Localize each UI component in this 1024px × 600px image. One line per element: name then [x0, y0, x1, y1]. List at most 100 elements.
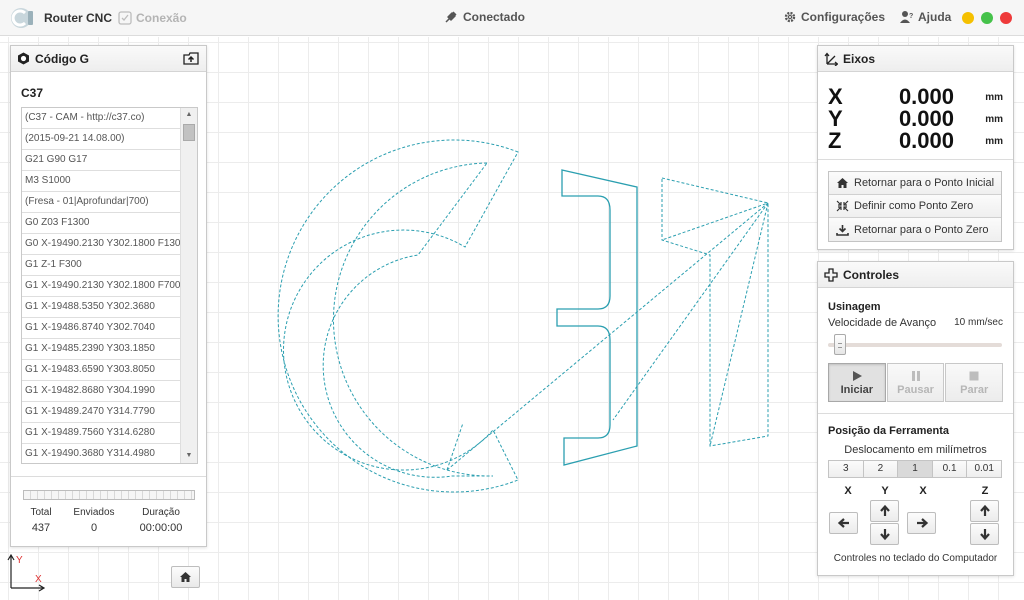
return-zero-label: Retornar para o Ponto Zero [854, 223, 989, 236]
pause-button[interactable]: Pausar [886, 363, 945, 402]
step-option-2[interactable]: 2 [863, 461, 899, 477]
hexagon-icon [18, 52, 29, 65]
connection-label: Conexão [136, 11, 187, 25]
gcode-line[interactable]: G1 X-19490.2130 Y302.1800 F700 [22, 276, 180, 297]
jog-x-label: X [844, 485, 852, 497]
start-button[interactable]: Iniciar [828, 363, 886, 402]
divider [818, 159, 1013, 160]
scroll-up-arrow-icon[interactable]: ▲ [181, 108, 197, 122]
home-icon [837, 178, 848, 188]
gcode-line[interactable]: G1 Z-1 F300 [22, 255, 180, 276]
stop-button[interactable]: Parar [945, 363, 1004, 402]
connection-status: Conectado [444, 10, 525, 24]
axis-y-label: Y [16, 555, 23, 566]
gcode-scrollbar[interactable]: ▲ ▼ [180, 108, 197, 463]
stat-duration: Duração 00:00:00 [135, 507, 187, 534]
step-option-0-1[interactable]: 0.1 [932, 461, 968, 477]
step-option-1[interactable]: 1 [898, 461, 933, 477]
upload-file-icon[interactable] [183, 52, 199, 65]
axes-panel-title: Eixos [843, 51, 876, 66]
axis-x-unit: mm [985, 92, 1003, 103]
home-view-button[interactable] [171, 566, 200, 588]
gcode-line[interactable]: (2015-09-21 14.08.00) [22, 129, 180, 150]
gcode-lines-container: (C37 - CAM - http://c37.co) (2015-09-21 1… [22, 108, 197, 463]
gcode-line[interactable]: G21 G90 G17 [22, 150, 180, 171]
axis-z-row: Z 0.000 mm [828, 128, 1008, 153]
gcode-line[interactable]: M3 S1000 [22, 171, 180, 192]
tool-position-title: Posição da Ferramenta [828, 425, 950, 437]
close-button[interactable] [1000, 12, 1012, 24]
stop-icon [969, 371, 979, 380]
gcode-line[interactable]: (C37 - CAM - http://c37.co) [22, 108, 180, 129]
gcode-line[interactable]: G0 Z03 F1300 [22, 213, 180, 234]
maximize-button[interactable] [981, 12, 993, 24]
axis-y-row: Y 0.000 mm [828, 106, 1008, 131]
divider [11, 476, 206, 477]
stat-sent-value: 0 [90, 522, 98, 534]
controls-panel-title: Controles [843, 267, 900, 282]
help-button[interactable]: ? Ajuda [899, 10, 951, 24]
scroll-down-arrow-icon[interactable]: ▼ [181, 449, 197, 463]
step-size-selector: 3 2 1 0.1 0.01 [828, 460, 1002, 478]
stat-total-label: Total [30, 507, 52, 518]
jog-z-minus-button[interactable] [970, 523, 999, 545]
arrow-down-icon [879, 529, 890, 541]
axis-z-value: 0.000 [898, 128, 954, 153]
stat-total: Total 437 [25, 507, 57, 534]
return-home-button[interactable]: Retornar para o Ponto Inicial [829, 172, 1001, 195]
gcode-line[interactable]: G1 X-19489.7560 Y314.6280 [22, 423, 180, 444]
axes-button-group: Retornar para o Ponto Inicial Definir co… [828, 171, 1002, 242]
jog-z-label: Z [981, 485, 989, 497]
stat-sent-label: Enviados [73, 507, 115, 518]
gcode-line[interactable]: G1 X-19486.8740 Y302.7040 [22, 318, 180, 339]
settings-button[interactable]: Configurações [783, 10, 885, 24]
title-bar: Router CNC Conexão Conectado Configuraçõ… [0, 0, 1024, 36]
gcode-line[interactable]: G1 X-19490.3680 Y314.4980 [22, 444, 180, 463]
gcode-line[interactable]: G1 X-19489.2470 Y314.7790 [22, 402, 180, 423]
connection-icon [118, 11, 132, 25]
feed-slider-handle[interactable] [834, 334, 846, 355]
axes-panel-header: Eixos [818, 46, 1013, 72]
step-option-0-01[interactable]: 0.01 [967, 461, 1001, 477]
connection-button[interactable]: Conexão [118, 10, 187, 26]
minimize-button[interactable] [962, 12, 974, 24]
axis-z-letter: Z [828, 128, 842, 153]
jog-x-plus-button[interactable] [907, 512, 936, 534]
arrow-up-icon [879, 504, 890, 516]
arrow-up-icon [979, 504, 990, 516]
feed-value: 10 mm/sec [954, 317, 1003, 328]
axis-x-label: X [35, 574, 42, 585]
scroll-thumb[interactable] [183, 124, 195, 141]
arrow-right-icon [916, 518, 928, 528]
keyboard-controls-label: Controles no teclado do Computador [833, 553, 998, 564]
step-option-3[interactable]: 3 [829, 461, 864, 477]
play-icon [852, 370, 862, 381]
settings-label: Configurações [801, 10, 886, 24]
machining-title: Usinagem [828, 301, 881, 313]
compress-icon [836, 200, 849, 212]
jog-y-minus-button[interactable] [870, 523, 899, 545]
start-label: Iniciar [840, 383, 874, 396]
set-zero-button[interactable]: Definir como Ponto Zero [829, 195, 1001, 218]
arrow-down-icon [979, 529, 990, 541]
pause-label: Pausar [897, 383, 934, 396]
gcode-line[interactable]: (Fresa - 01|Aprofundar|700) [22, 192, 180, 213]
gcode-line[interactable]: G0 X-19490.2130 Y302.1800 F1300 [22, 234, 180, 255]
gcode-panel-header: Código G [11, 46, 206, 72]
divider [818, 413, 1013, 414]
gcode-line[interactable]: G1 X-19485.2390 Y303.1850 [22, 339, 180, 360]
plug-icon [445, 11, 457, 23]
gcode-panel-title: Código G [35, 51, 89, 66]
jog-x-minus-button[interactable] [829, 512, 858, 534]
jog-y-plus-button[interactable] [870, 500, 899, 522]
gear-icon [784, 11, 796, 23]
jog-z-plus-button[interactable] [970, 500, 999, 522]
gcode-line[interactable]: G1 X-19488.5350 Y302.3680 [22, 297, 180, 318]
gcode-list[interactable]: (C37 - CAM - http://c37.co) (2015-09-21 1… [21, 107, 198, 464]
axes-panel: Eixos X 0.000 mm Y 0.000 mm Z 0.000 mm R… [817, 45, 1014, 250]
feed-slider-track[interactable] [828, 343, 1002, 347]
jog-y-label: Y [881, 485, 889, 497]
gcode-line[interactable]: G1 X-19482.8680 Y304.1990 [22, 381, 180, 402]
return-zero-button[interactable]: Retornar para o Ponto Zero [829, 218, 1001, 241]
gcode-line[interactable]: G1 X-19483.6590 Y303.8050 [22, 360, 180, 381]
